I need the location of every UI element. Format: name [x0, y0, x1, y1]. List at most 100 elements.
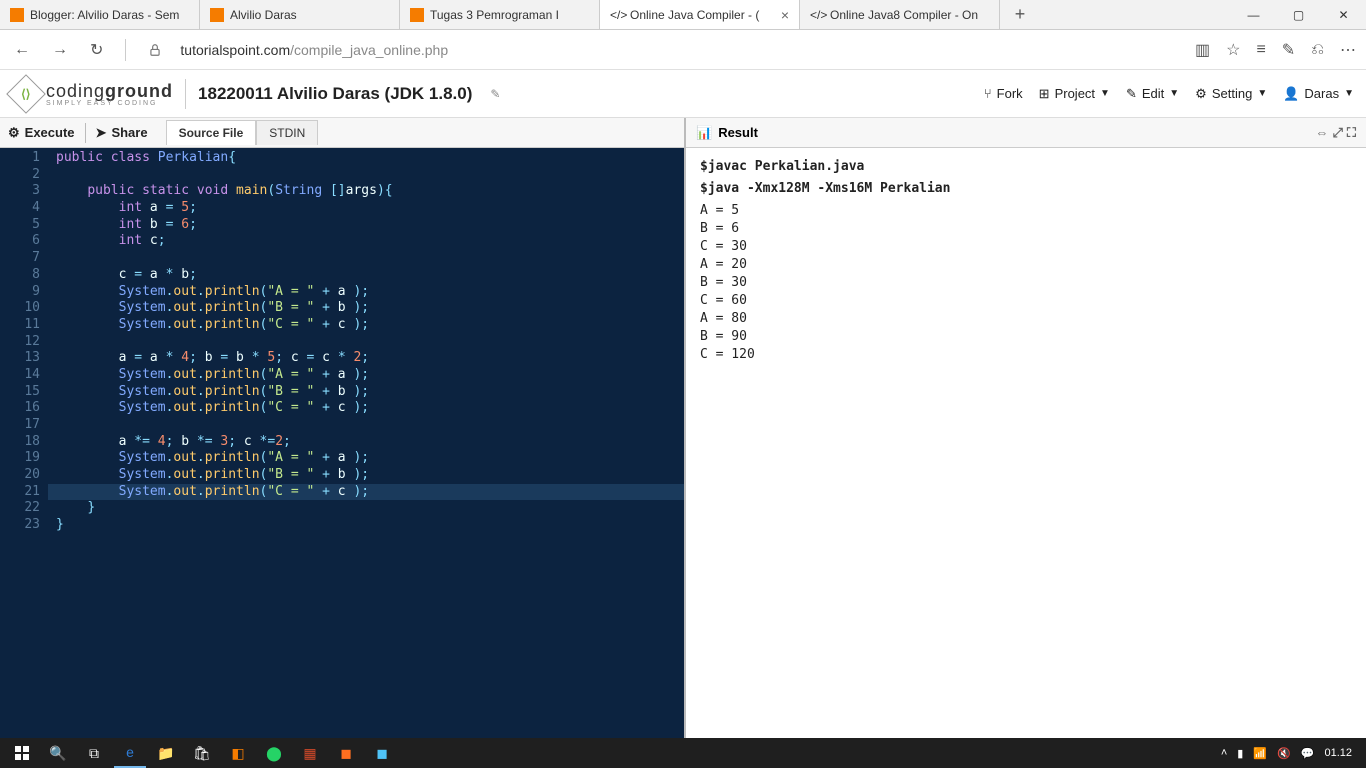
share-icon: ➤ — [96, 125, 107, 141]
code-line[interactable]: public static void main(String []args){ — [48, 183, 684, 200]
start-button[interactable] — [6, 738, 38, 768]
store-icon[interactable]: 🛍 — [186, 738, 218, 768]
code-line[interactable]: System.out.println("B = " + b ); — [48, 467, 684, 484]
code-line[interactable] — [48, 167, 684, 184]
user-menu[interactable]: 👤Daras▼ — [1283, 86, 1354, 102]
maximize-button[interactable]: ▢ — [1276, 0, 1321, 30]
code-line[interactable]: } — [48, 517, 684, 534]
whatsapp-icon[interactable]: ⬤ — [258, 738, 290, 768]
code-line[interactable]: System.out.println("B = " + b ); — [48, 300, 684, 317]
hub-icon[interactable]: ≡ — [1256, 41, 1265, 59]
share-button[interactable]: ➤Share — [96, 125, 148, 141]
expand-horizontal-icon[interactable]: ⇔ — [1315, 125, 1328, 141]
gear-icon: ⚙ — [8, 125, 20, 141]
code-line[interactable]: a *= 4; b *= 3; c *=2; — [48, 434, 684, 451]
execute-button[interactable]: ⚙Execute — [8, 125, 75, 141]
app-icon-2[interactable]: ▦ — [294, 738, 326, 768]
browser-tab[interactable]: Tugas 3 Pemrograman I — [400, 0, 600, 29]
explorer-icon[interactable]: 📁 — [150, 738, 182, 768]
line-number: 2 — [0, 167, 40, 184]
edge-icon[interactable]: e — [114, 738, 146, 768]
output-line: C = 60 — [700, 292, 1352, 310]
tab-title: Tugas 3 Pemrograman I — [430, 8, 559, 22]
refresh-button[interactable]: ↻ — [86, 36, 107, 64]
code-line[interactable]: } — [48, 500, 684, 517]
code-line[interactable]: System.out.println("C = " + c ); — [48, 317, 684, 334]
result-output[interactable]: $javac Perkalian.java $java -Xmx128M -Xm… — [686, 148, 1366, 738]
app-icon-3[interactable]: ◼ — [330, 738, 362, 768]
code-content[interactable]: public class Perkalian{ public static vo… — [48, 148, 684, 738]
volume-icon[interactable]: 🔇 — [1277, 747, 1291, 760]
browser-tab[interactable]: Alvilio Daras — [200, 0, 400, 29]
code-line[interactable]: c = a * b; — [48, 267, 684, 284]
code-line[interactable] — [48, 334, 684, 351]
tray-chevron-icon[interactable]: ˄ — [1221, 747, 1227, 759]
file-tab[interactable]: Source File — [166, 120, 257, 145]
wifi-icon[interactable]: 📶 — [1253, 747, 1267, 760]
separator — [85, 123, 86, 143]
separator — [125, 39, 126, 61]
edit-title-icon[interactable]: ✎ — [490, 87, 500, 101]
search-icon[interactable]: 🔍 — [42, 738, 74, 768]
tab-title: Online Java8 Compiler - On — [830, 8, 978, 22]
code-line[interactable]: int b = 6; — [48, 217, 684, 234]
code-line[interactable]: System.out.println("A = " + a ); — [48, 450, 684, 467]
code-line[interactable]: System.out.println("A = " + a ); — [48, 367, 684, 384]
notes-icon[interactable]: ✎ — [1282, 40, 1295, 60]
project-menu[interactable]: ⊞Project▼ — [1039, 86, 1110, 102]
app-icon[interactable]: ◧ — [222, 738, 254, 768]
code-line[interactable]: System.out.println("C = " + c ); — [48, 484, 684, 501]
close-window-button[interactable]: ✕ — [1321, 0, 1366, 30]
url-field[interactable]: tutorialspoint.com/compile_java_online.p… — [180, 42, 448, 58]
lock-icon — [144, 39, 166, 61]
setting-menu[interactable]: ⚙Setting▼ — [1195, 86, 1267, 102]
fork-button[interactable]: ⑂Fork — [984, 86, 1023, 101]
file-tabs: Source FileSTDIN — [166, 120, 319, 145]
file-tab[interactable]: STDIN — [256, 120, 318, 145]
gear-icon: ⚙ — [1195, 86, 1207, 102]
app-icon-4[interactable]: ◼ — [366, 738, 398, 768]
fullscreen-icon[interactable]: ⛶ — [1347, 125, 1356, 141]
code-line[interactable] — [48, 417, 684, 434]
line-number: 18 — [0, 434, 40, 451]
chart-icon: 📊 — [696, 125, 712, 141]
line-number: 15 — [0, 384, 40, 401]
share-browser-icon[interactable]: ⎌ — [1311, 41, 1324, 59]
code-line[interactable]: int a = 5; — [48, 200, 684, 217]
code-editor[interactable]: 1234567891011121314151617181920212223 pu… — [0, 148, 684, 738]
edit-menu[interactable]: ✎Edit▼ — [1126, 86, 1179, 102]
logo[interactable]: ⟨⟩ codingground SIMPLY EASY CODING — [12, 80, 173, 108]
more-icon[interactable]: ⋯ — [1340, 40, 1356, 60]
code-line[interactable]: int c; — [48, 233, 684, 250]
code-line[interactable]: System.out.println("A = " + a ); — [48, 284, 684, 301]
code-line[interactable]: System.out.println("C = " + c ); — [48, 400, 684, 417]
clock[interactable]: 01.12 — [1324, 747, 1352, 759]
new-tab-button[interactable]: + — [1000, 4, 1040, 25]
favorite-icon[interactable]: ☆ — [1226, 40, 1240, 60]
favicon — [10, 8, 24, 22]
minimize-button[interactable]: — — [1231, 0, 1276, 30]
code-line[interactable]: System.out.println("B = " + b ); — [48, 384, 684, 401]
line-number: 13 — [0, 350, 40, 367]
notification-icon[interactable]: 💬 — [1301, 747, 1315, 760]
favicon — [410, 8, 424, 22]
close-icon[interactable]: × — [781, 7, 789, 23]
browser-tab[interactable]: </>Online Java8 Compiler - On — [800, 0, 1000, 29]
code-line[interactable]: a = a * 4; b = b * 5; c = c * 2; — [48, 350, 684, 367]
app-header: ⟨⟩ codingground SIMPLY EASY CODING 18220… — [0, 70, 1366, 118]
code-line[interactable] — [48, 250, 684, 267]
editor-toolbar: ⚙Execute ➤Share Source FileSTDIN — [0, 118, 684, 148]
battery-icon[interactable]: ▮ — [1237, 747, 1243, 760]
task-view-icon[interactable]: ⧉ — [78, 738, 110, 768]
browser-tabs: Blogger: Alvilio Daras - SemAlvilio Dara… — [0, 0, 1366, 30]
browser-tab[interactable]: </>Online Java Compiler - (× — [600, 0, 800, 29]
logo-subtitle: SIMPLY EASY CODING — [46, 100, 173, 107]
chevron-down-icon: ▼ — [1100, 88, 1110, 99]
browser-tab[interactable]: Blogger: Alvilio Daras - Sem — [0, 0, 200, 29]
collapse-icon[interactable]: ⤢ — [1332, 125, 1342, 141]
back-button[interactable]: ← — [10, 37, 34, 63]
forward-button[interactable]: → — [48, 37, 72, 63]
line-number: 10 — [0, 300, 40, 317]
code-line[interactable]: public class Perkalian{ — [48, 150, 684, 167]
reading-view-icon[interactable]: ▥ — [1195, 40, 1210, 60]
